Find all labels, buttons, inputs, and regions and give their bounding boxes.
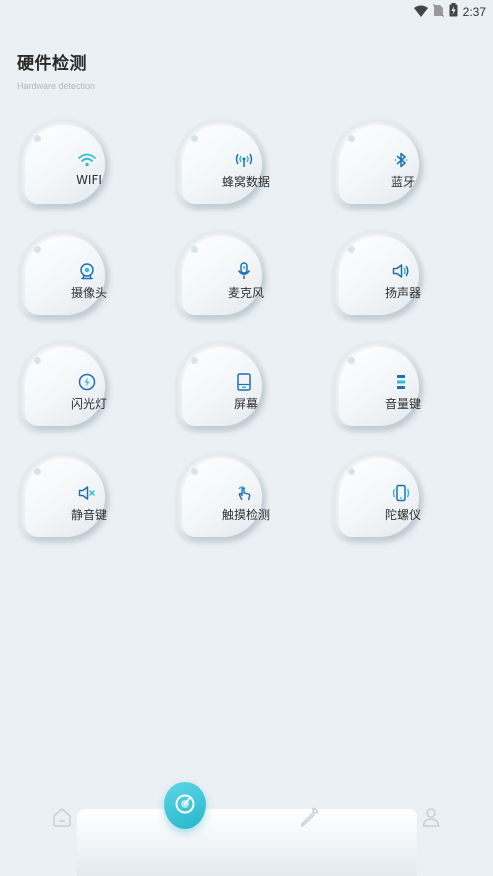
tile-gyroscope[interactable]: 陀螺仪 xyxy=(331,451,431,551)
mute-icon xyxy=(77,483,97,503)
profile-icon[interactable] xyxy=(419,805,443,829)
tile-label: 闪光灯 xyxy=(70,397,107,411)
cellular-icon xyxy=(234,150,254,170)
tile-label: 音量键 xyxy=(384,397,421,411)
tile-label: 屏幕 xyxy=(233,397,258,411)
tile-speaker[interactable]: 扬声器 xyxy=(331,229,431,329)
tile-label: 摄像头 xyxy=(70,286,107,300)
page-subtitle: Hardware detection xyxy=(17,81,96,91)
page: 2:37 硬件检测 Hardware detection WIFI 蜂窝数据 蓝… xyxy=(0,0,493,876)
tools-icon[interactable] xyxy=(297,805,321,829)
tile-label: 蜂窝数据 xyxy=(221,175,270,189)
home-icon[interactable] xyxy=(50,805,74,829)
tile-label: 扬声器 xyxy=(384,286,421,300)
tile-volume-keys[interactable]: 音量键 xyxy=(331,340,431,440)
wifi-icon xyxy=(77,150,97,170)
bluetooth-icon xyxy=(391,150,411,170)
gyroscope-icon xyxy=(391,483,411,503)
microphone-icon xyxy=(234,261,254,281)
speaker-icon xyxy=(391,261,411,281)
tile-wifi[interactable]: WIFI xyxy=(17,118,117,218)
tile-touch[interactable]: 触摸检测 xyxy=(174,451,274,551)
bottom-nav-bar xyxy=(77,809,417,876)
touch-icon xyxy=(234,483,254,503)
no-sim-icon xyxy=(432,2,445,21)
tile-label: 陀螺仪 xyxy=(384,508,421,522)
tile-label: 触摸检测 xyxy=(221,508,270,522)
camera-icon xyxy=(77,261,97,281)
tile-label: 蓝牙 xyxy=(390,175,415,189)
tile-label: WIFI xyxy=(76,173,102,187)
flash-icon xyxy=(77,372,97,392)
battery-charging-icon xyxy=(449,2,458,21)
tile-microphone[interactable]: 麦克风 xyxy=(174,229,274,329)
tile-cellular[interactable]: 蜂窝数据 xyxy=(174,118,274,218)
status-bar: 2:37 xyxy=(0,0,493,22)
tile-label: 麦克风 xyxy=(227,286,264,300)
scan-icon xyxy=(173,792,197,820)
tile-camera[interactable]: 摄像头 xyxy=(17,229,117,329)
tile-bluetooth[interactable]: 蓝牙 xyxy=(331,118,431,218)
tile-label: 静音键 xyxy=(70,508,107,522)
page-title: 硬件检测 xyxy=(17,54,87,74)
tile-flash[interactable]: 闪光灯 xyxy=(17,340,117,440)
tile-mute[interactable]: 静音键 xyxy=(17,451,117,551)
volume-keys-icon xyxy=(391,372,411,392)
screen-icon xyxy=(234,372,254,392)
status-time: 2:37 xyxy=(462,4,486,19)
tile-screen[interactable]: 屏幕 xyxy=(174,340,274,440)
wifi-status-icon xyxy=(413,2,428,21)
